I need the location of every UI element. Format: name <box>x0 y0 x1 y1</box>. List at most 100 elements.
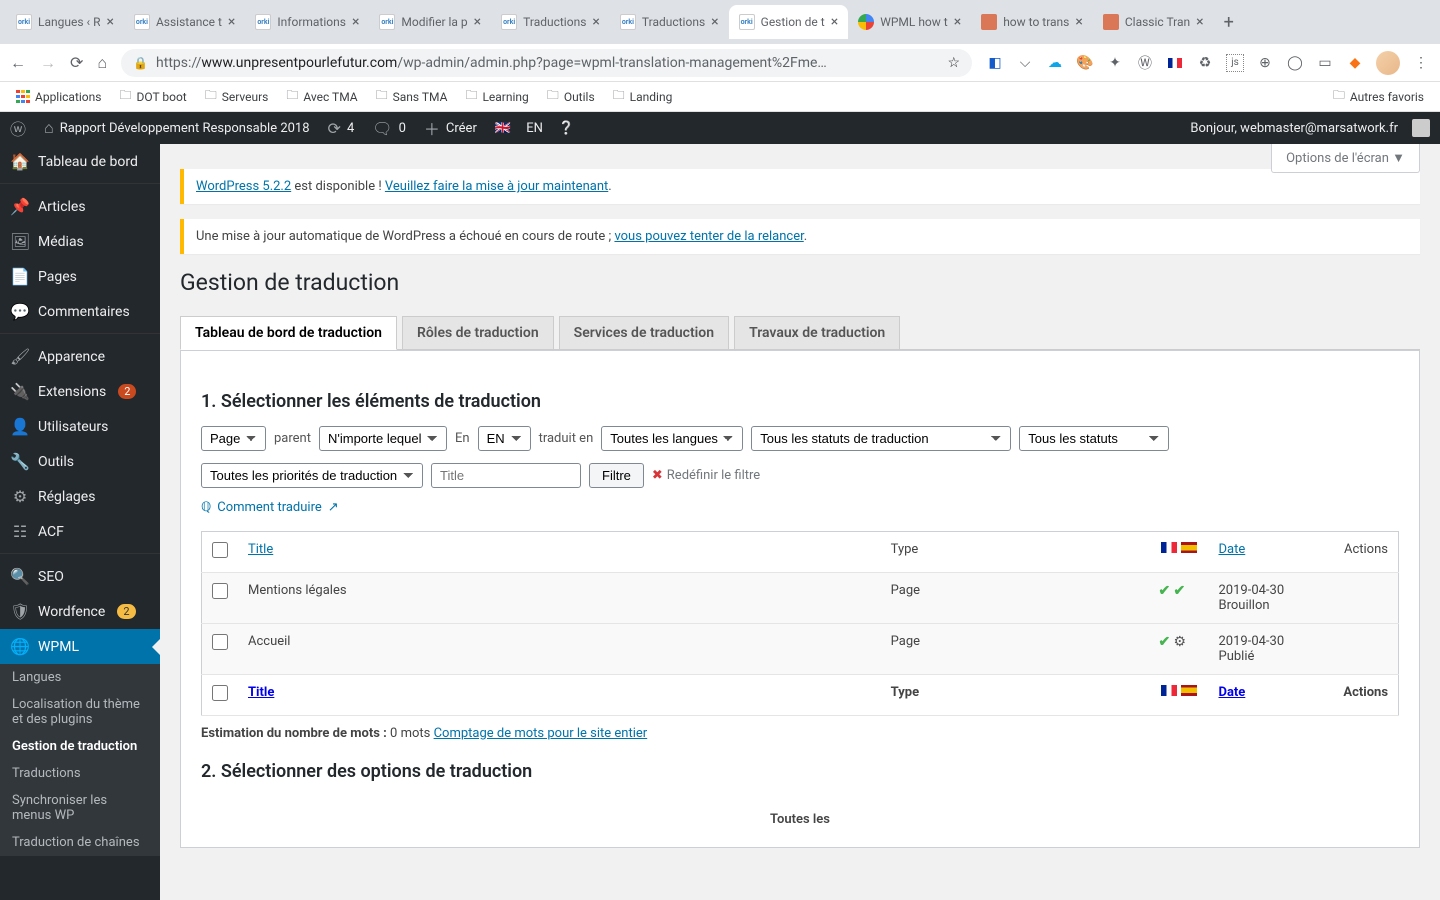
browser-tab[interactable]: orkiModifier la p× <box>369 5 491 39</box>
help-icon[interactable]: ❔ <box>558 121 574 136</box>
ext-icon[interactable]: ◆ <box>1346 54 1364 72</box>
retry-update-link[interactable]: vous pouvez tenter de la relancer <box>614 229 803 244</box>
col-title-sort[interactable]: Title <box>248 542 273 557</box>
screen-options-toggle[interactable]: Options de l'écran ▼ <box>1271 144 1420 173</box>
ext-icon[interactable]: ✦ <box>1106 54 1124 72</box>
new-tab-button[interactable]: + <box>1214 6 1244 39</box>
sidebar-item-seo[interactable]: 🔍SEO <box>0 559 160 594</box>
ext-icon[interactable] <box>1166 54 1184 72</box>
ext-icon[interactable]: ⌵ <box>1016 54 1034 72</box>
browser-tab[interactable]: WPML how t× <box>848 5 971 39</box>
filter-priority[interactable]: Toutes les priorités de traduction <box>201 463 423 488</box>
ext-icon[interactable]: ♻ <box>1196 54 1214 72</box>
submenu-item[interactable]: Traductions <box>0 760 160 787</box>
url-bar[interactable]: 🔒 https://www.unpresentpourlefutur.com/w… <box>121 49 972 77</box>
select-all-checkbox[interactable] <box>212 542 228 558</box>
sidebar-item-acf[interactable]: ☷ACF <box>0 514 160 549</box>
col-date-sort[interactable]: Date <box>1219 542 1246 557</box>
row-checkbox[interactable] <box>212 634 228 650</box>
wp-logo-icon[interactable]: ⓦ <box>10 116 26 140</box>
close-icon[interactable]: × <box>831 14 838 30</box>
filter-type[interactable]: Page <box>201 426 266 451</box>
nav-tab[interactable]: Rôles de traduction <box>402 316 554 350</box>
browser-tab[interactable]: Classic Tran× <box>1093 5 1214 39</box>
back-icon[interactable]: ← <box>10 53 26 73</box>
ext-icon[interactable]: ☁ <box>1046 54 1064 72</box>
ext-icon[interactable]: 🎨 <box>1076 54 1094 72</box>
ext-icon[interactable]: Ⓦ <box>1136 54 1154 72</box>
sidebar-item-mdias[interactable]: 🖼Médias <box>0 224 160 259</box>
ext-icon[interactable]: ▭ <box>1316 54 1334 72</box>
close-icon[interactable]: × <box>228 14 235 30</box>
col-title-sort-footer[interactable]: Title <box>248 685 274 700</box>
close-icon[interactable]: × <box>954 14 961 30</box>
word-count-link[interactable]: Comptage de mots pour le site entier <box>434 726 648 741</box>
select-all-checkbox-footer[interactable] <box>212 685 228 701</box>
browser-tab[interactable]: orkiGestion de t× <box>729 5 849 39</box>
browser-tab[interactable]: orkiAssistance t× <box>124 5 245 39</box>
ext-icon[interactable]: ⊕ <box>1256 54 1274 72</box>
submenu-item[interactable]: Localisation du thème et des plugins <box>0 691 160 733</box>
close-icon[interactable]: × <box>474 14 481 30</box>
row-checkbox[interactable] <box>212 583 228 599</box>
submenu-item[interactable]: Langues <box>0 664 160 691</box>
close-icon[interactable]: × <box>106 14 113 30</box>
language-switcher[interactable]: 🇬🇧 EN ❔ <box>495 121 575 136</box>
menu-icon[interactable]: ⋮ <box>1412 54 1430 72</box>
ext-icon[interactable]: ◯ <box>1286 54 1304 72</box>
nav-tab[interactable]: Travaux de traduction <box>734 316 900 350</box>
star-icon[interactable]: ☆ <box>947 55 960 71</box>
nav-tab[interactable]: Services de traduction <box>559 316 729 350</box>
sidebar-item-articles[interactable]: 📌Articles <box>0 189 160 224</box>
bookmark-item[interactable]: 🗀Sans TMA <box>370 82 454 111</box>
sidebar-item-pages[interactable]: 📄Pages <box>0 259 160 294</box>
sidebar-item-rglages[interactable]: ⚙Réglages <box>0 479 160 514</box>
reload-icon[interactable]: ⟳ <box>70 53 83 72</box>
bookmark-item[interactable]: 🗀Avec TMA <box>280 82 363 111</box>
submenu-item[interactable]: Synchroniser les menus WP <box>0 787 160 829</box>
col-date-sort-footer[interactable]: Date <box>1219 685 1246 700</box>
sidebar-item-extensions[interactable]: 🔌Extensions2 <box>0 374 160 409</box>
apps-shortcut[interactable]: Applications <box>10 86 107 108</box>
other-bookmarks[interactable]: 🗀Autres favoris <box>1327 82 1430 111</box>
bookmark-item[interactable]: 🗀DOT boot <box>113 82 192 111</box>
filter-parent[interactable]: N'importe lequel <box>319 426 447 451</box>
close-icon[interactable]: × <box>711 14 718 30</box>
wp-version-link[interactable]: WordPress 5.2.2 <box>196 179 291 194</box>
browser-tab[interactable]: orkiTraductions× <box>491 5 610 39</box>
greeting-link[interactable]: Bonjour, webmaster@marsatwork.fr <box>1190 121 1398 136</box>
filter-title-input[interactable] <box>431 463 581 488</box>
profile-avatar[interactable] <box>1376 51 1400 75</box>
site-name-link[interactable]: ⌂Rapport Développement Responsable 2018 <box>44 118 310 138</box>
bookmark-item[interactable]: 🗀Outils <box>541 82 601 111</box>
browser-tab[interactable]: orkiTraductions× <box>610 5 729 39</box>
add-new-link[interactable]: ＋Créer <box>424 116 477 140</box>
bookmark-item[interactable]: 🗀Landing <box>607 82 679 111</box>
close-icon[interactable]: × <box>352 14 359 30</box>
ext-icon[interactable]: js <box>1226 54 1244 72</box>
filter-translation-status[interactable]: Tous les statuts de traduction <box>751 426 1011 451</box>
filter-all-status[interactable]: Tous les statuts <box>1019 426 1169 451</box>
filter-lang-from[interactable]: EN <box>478 426 531 451</box>
filter-button[interactable]: Filtre <box>589 463 644 488</box>
sidebar-item-utilisateurs[interactable]: 👤Utilisateurs <box>0 409 160 444</box>
bookmark-item[interactable]: 🗀Serveurs <box>199 82 275 111</box>
browser-tab[interactable]: orkiLangues ‹ R× <box>6 5 124 39</box>
how-to-translate-link[interactable]: ℚ Comment traduire ↗ <box>201 500 1399 515</box>
bookmark-item[interactable]: 🗀Learning <box>459 82 534 111</box>
sidebar-item-commentaires[interactable]: 💬Commentaires <box>0 294 160 329</box>
close-icon[interactable]: × <box>592 14 599 30</box>
comments-link[interactable]: 🗨0 <box>372 119 406 138</box>
nav-tab[interactable]: Tableau de bord de traduction <box>180 316 397 350</box>
browser-tab[interactable]: orkiInformations× <box>245 5 369 39</box>
update-now-link[interactable]: Veuillez faire la mise à jour maintenant <box>385 179 608 194</box>
sidebar-item-wpml[interactable]: 🌐WPML <box>0 629 160 664</box>
sidebar-item-apparence[interactable]: 🖌Apparence <box>0 339 160 374</box>
updates-link[interactable]: ⟳4 <box>328 119 355 138</box>
sidebar-item-tableaudebord[interactable]: 🏠Tableau de bord <box>0 144 160 179</box>
submenu-item[interactable]: Gestion de traduction <box>0 733 160 760</box>
user-avatar[interactable] <box>1412 119 1430 137</box>
submenu-item[interactable]: Traduction de chaînes <box>0 829 160 856</box>
home-icon[interactable]: ⌂ <box>97 53 107 73</box>
filter-lang-to[interactable]: Toutes les langues <box>601 426 743 451</box>
